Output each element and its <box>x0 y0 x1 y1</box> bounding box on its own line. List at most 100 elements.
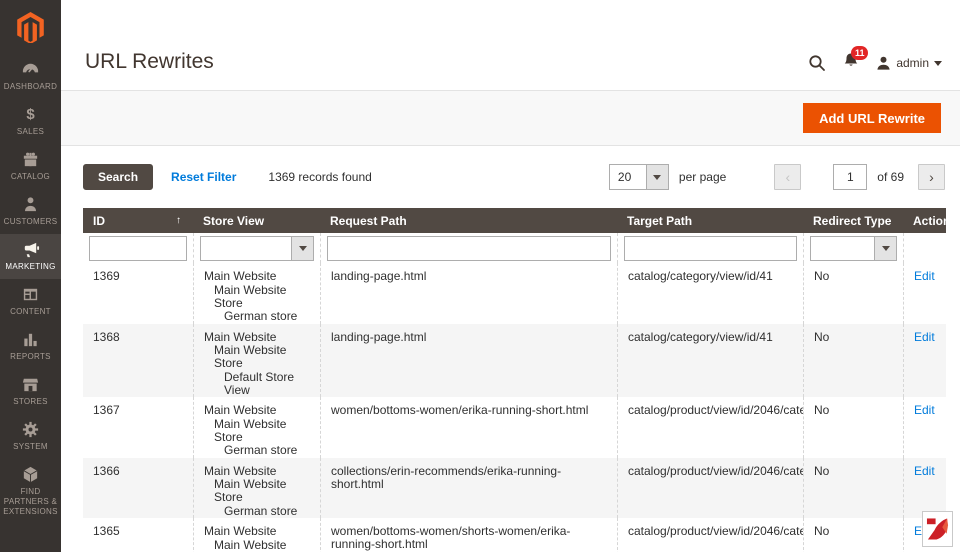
sidebar-item-content[interactable]: CONTENT <box>0 279 61 324</box>
admin-menu[interactable]: admin <box>876 55 942 71</box>
table-row: 1366 Main Website Main Website Store Germa… <box>83 457 946 518</box>
cell-redirect-type: No <box>803 457 903 518</box>
sidebar-item-customers[interactable]: CUSTOMERS <box>0 189 61 234</box>
store-view-line: Default Store View <box>224 369 295 397</box>
sidebar-item-sales[interactable]: $ SALES <box>0 99 61 144</box>
search-button[interactable]: Search <box>83 164 154 190</box>
chevron-down-icon <box>934 60 942 66</box>
bar-chart-icon <box>2 330 59 349</box>
edit-link[interactable]: Edit <box>914 464 935 478</box>
chevron-down-icon <box>653 174 662 180</box>
store-view-line: Main Website Store <box>214 416 287 444</box>
store-view-line: Main Website <box>204 463 277 478</box>
gift-box-icon <box>2 150 59 169</box>
store-view-line: German store <box>224 309 298 323</box>
cell-target-path: catalog/category/view/id/41 <box>617 263 803 324</box>
store-view-line: Main Website <box>204 403 277 417</box>
store-view-line: Main Website Store <box>214 537 287 552</box>
filter-redirect-type-select[interactable] <box>810 236 897 261</box>
sidebar-item-reports[interactable]: REPORTS <box>0 324 61 369</box>
magento-logo[interactable] <box>0 0 61 54</box>
page-header: URL Rewrites 11 admin <box>61 0 960 90</box>
page-title: URL Rewrites <box>85 50 214 73</box>
table-row: 1368 Main Website Main Website Store Defau… <box>83 323 946 397</box>
sidebar-item-label: CONTENT <box>10 307 51 316</box>
sidebar-item-label: SALES <box>16 127 45 136</box>
header-actions: 11 admin <box>808 46 942 74</box>
chevron-down-icon <box>298 246 307 251</box>
column-header-store-view[interactable]: Store View <box>193 208 320 233</box>
cell-redirect-type: No <box>803 397 903 458</box>
table-row: 1369 Main Website Main Website Store Germa… <box>83 263 946 324</box>
per-page-value: 20 <box>617 170 632 184</box>
user-icon <box>877 56 890 70</box>
column-header-target-path[interactable]: Target Path <box>617 208 803 233</box>
sidebar-item-label: CATALOG <box>10 172 51 181</box>
filter-store-view-select[interactable] <box>200 236 314 261</box>
column-header-request-path[interactable]: Request Path <box>320 208 617 233</box>
filter-id-input[interactable] <box>89 236 187 261</box>
sidebar-item-stores[interactable]: STORES <box>0 369 61 414</box>
cell-request-path: collections/erin-recommends/erika-runnin… <box>320 457 617 518</box>
notification-badge: 11 <box>851 46 869 60</box>
sidebar-item-label: REPORTS <box>10 352 51 361</box>
cell-request-path: landing-page.html <box>320 263 617 324</box>
magento-logo-icon <box>17 11 44 43</box>
edit-link[interactable]: Edit <box>914 403 935 417</box>
cell-request-path: landing-page.html <box>320 323 617 397</box>
cell-target-path: catalog/category/view/id/41 <box>617 323 803 397</box>
edit-link[interactable]: Edit <box>914 330 935 344</box>
sidebar-item-find-partners[interactable]: FIND PARTNERS & EXTENSIONS <box>0 459 61 524</box>
cell-store-view: Main WebsiteMain Website StoreGerman sto… <box>193 457 320 518</box>
extension-logo-icon <box>926 518 949 540</box>
store-view-line: Main Website Store <box>214 343 287 370</box>
page-number-input[interactable] <box>833 164 868 190</box>
sidebar-item-label: MARKETING <box>5 262 56 271</box>
prev-page-button[interactable]: ‹ <box>774 164 802 190</box>
column-header-redirect-type[interactable]: Redirect Type <box>803 208 903 233</box>
cell-id: 1365 <box>93 524 120 538</box>
sidebar-item-catalog[interactable]: CATALOG <box>0 144 61 189</box>
gauge-icon <box>2 60 59 79</box>
window-icon <box>2 285 59 304</box>
sidebar-item-label: DASHBOARD <box>3 82 58 91</box>
filter-target-path-input[interactable] <box>624 236 797 261</box>
cell-redirect-type: No <box>803 323 903 397</box>
sidebar-item-marketing[interactable]: MARKETING <box>0 234 61 279</box>
sidebar-item-dashboard[interactable]: DASHBOARD <box>0 54 61 99</box>
cell-id: 1366 <box>93 463 120 478</box>
reset-filter-link[interactable]: Reset Filter <box>171 170 236 184</box>
cell-redirect-type: No <box>803 518 903 552</box>
next-page-button[interactable]: › <box>918 164 945 190</box>
notifications-bell[interactable]: 11 <box>843 46 869 74</box>
megaphone-icon <box>2 240 59 259</box>
extension-logo[interactable] <box>922 511 953 547</box>
storefront-icon <box>2 375 59 394</box>
sidebar-item-label: FIND PARTNERS & EXTENSIONS <box>3 487 58 516</box>
edit-link[interactable]: Edit <box>914 269 935 283</box>
filter-request-path-input[interactable] <box>327 236 611 261</box>
cell-store-view: Main WebsiteMain Website StoreGerman sto… <box>193 397 320 458</box>
page-actions-bar: Add URL Rewrite <box>61 90 960 146</box>
sidebar-item-system[interactable]: SYSTEM <box>0 414 61 459</box>
sidebar-item-label: SYSTEM <box>13 442 48 451</box>
cell-redirect-type: No <box>803 263 903 324</box>
gear-icon <box>2 420 59 439</box>
magento-admin-app: DASHBOARD $ SALES CATALOG CUSTOMERS MARK… <box>0 0 960 552</box>
store-view-line: German store <box>224 503 298 518</box>
person-icon <box>2 195 59 214</box>
cell-target-path: catalog/product/view/id/2046/category/22 <box>617 397 803 458</box>
store-view-line: Main Website <box>204 329 277 344</box>
cell-target-path: catalog/product/view/id/2046/category/28 <box>617 518 803 552</box>
cell-target-path: catalog/product/view/id/2046/category/34 <box>617 457 803 518</box>
grid-filter-row <box>83 233 946 263</box>
url-rewrites-grid: ID ↑ Store View Request Path Target Path… <box>83 208 946 552</box>
total-pages-text: of 69 <box>877 170 904 184</box>
cell-request-path: women/bottoms-women/erika-running-short.… <box>320 397 617 458</box>
per-page-select[interactable]: 20 <box>608 164 669 190</box>
column-header-id[interactable]: ID ↑ <box>83 208 193 233</box>
add-url-rewrite-button[interactable]: Add URL Rewrite <box>803 103 941 133</box>
search-icon[interactable] <box>808 54 826 72</box>
cell-request-path: women/bottoms-women/shorts-women/erika-r… <box>320 518 617 552</box>
store-view-line: Main Website Store <box>214 477 287 504</box>
